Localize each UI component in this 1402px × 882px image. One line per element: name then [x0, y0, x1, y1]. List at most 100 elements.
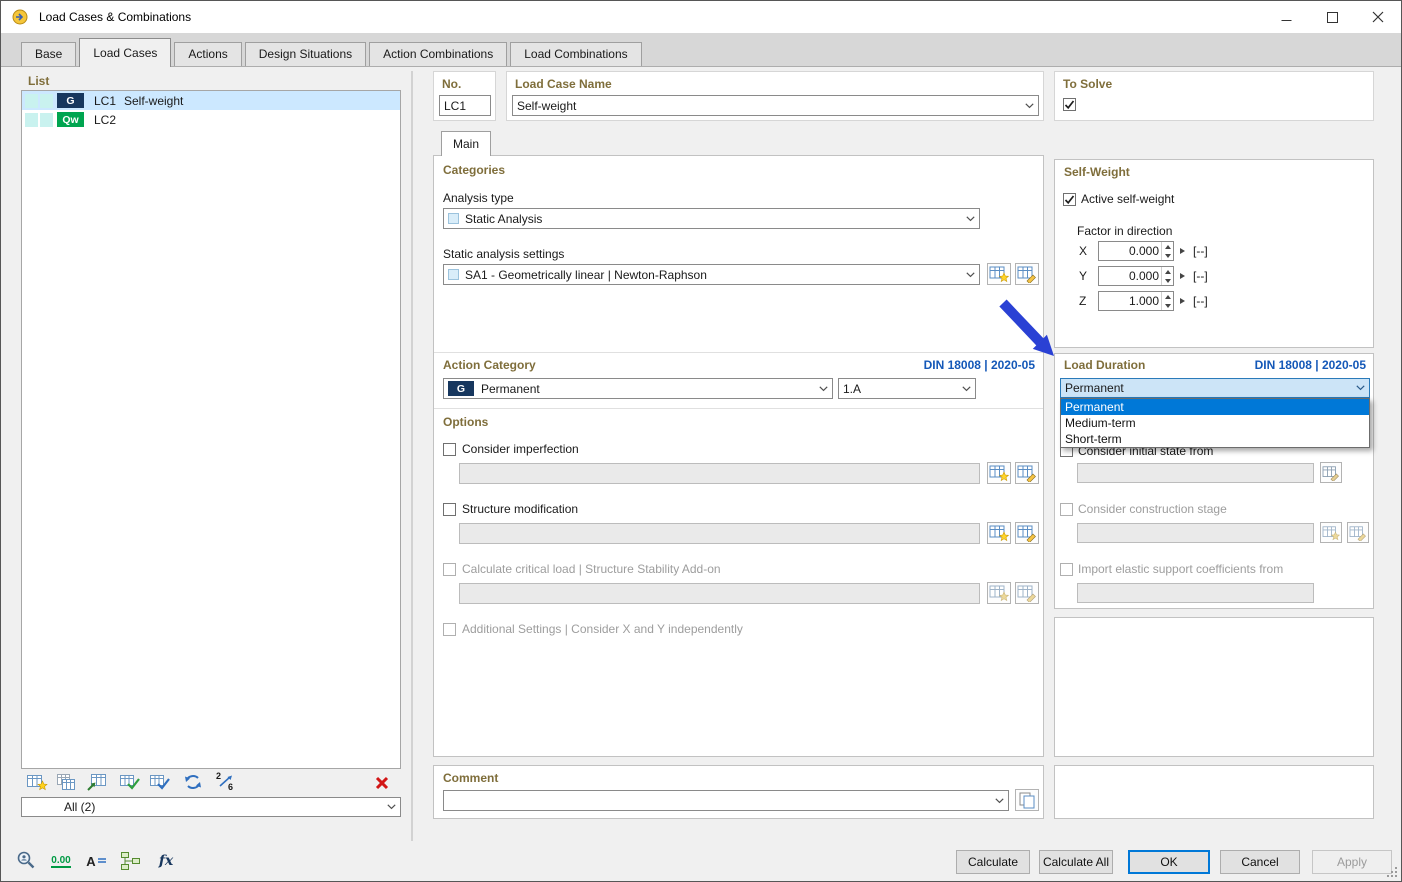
factor-z-flyout-button[interactable]	[1176, 291, 1188, 311]
cancel-button[interactable]: Cancel	[1220, 850, 1300, 874]
panel-splitter[interactable]	[411, 71, 413, 841]
factor-y-flyout-button[interactable]	[1176, 266, 1188, 286]
category-badge: G	[57, 93, 84, 108]
dropdown-option-short-term[interactable]: Short-term	[1061, 431, 1369, 447]
annotation-arrow	[999, 299, 1054, 356]
action-category-value: Permanent	[481, 381, 540, 396]
load-case-name: Self-weight	[124, 93, 184, 108]
uncheck-all-button[interactable]	[147, 770, 173, 794]
tree-view-button[interactable]	[118, 848, 144, 874]
chevron-down-icon	[1352, 380, 1368, 396]
load-case-list[interactable]: G LC1 Self-weight Qw LC2	[21, 90, 401, 769]
consider-imperfection-checkbox[interactable]	[443, 443, 456, 456]
load-duration-dropdown-list: Permanent Medium-term Short-term	[1060, 398, 1370, 448]
window-title: Load Cases & Combinations	[39, 10, 192, 24]
tab-load-combinations[interactable]: Load Combinations	[510, 42, 642, 66]
factor-y-unit: [--]	[1193, 269, 1208, 283]
no-label: No.	[442, 77, 462, 91]
category-badge: G	[448, 381, 474, 396]
factor-x-flyout-button[interactable]	[1176, 241, 1188, 261]
dropdown-option-permanent[interactable]: Permanent	[1061, 399, 1369, 415]
factor-x-spinner[interactable]: 0.000	[1098, 241, 1174, 261]
critical-load-label: Calculate critical load | Structure Stab…	[462, 562, 721, 576]
additional-settings-checkbox	[443, 623, 456, 636]
copy-comment-button[interactable]	[1015, 789, 1039, 811]
edit-analysis-settings-button[interactable]	[1015, 263, 1039, 285]
spinner-arrows-icon[interactable]	[1161, 292, 1173, 310]
tab-load-cases[interactable]: Load Cases	[79, 38, 172, 67]
import-elastic-support-field	[1077, 583, 1314, 603]
structure-modification-label: Structure modification	[462, 502, 579, 516]
active-self-weight-checkbox[interactable]	[1063, 193, 1076, 206]
list-item-lc1[interactable]: G LC1 Self-weight	[22, 91, 400, 110]
load-cases-combinations-dialog: Load Cases & Combinations Base Load Case…	[0, 0, 1402, 882]
load-case-name-dropdown[interactable]: Self-weight	[512, 95, 1039, 116]
display-settings-button[interactable]: A	[83, 848, 109, 874]
tab-main-label: Main	[452, 137, 479, 151]
tab-base[interactable]: Base	[21, 42, 77, 66]
tab-actions[interactable]: Actions	[174, 42, 242, 66]
check-all-button[interactable]	[117, 770, 143, 794]
factor-z-spinner[interactable]: 1.000	[1098, 291, 1174, 311]
static-analysis-settings-dropdown[interactable]: SA1 - Geometrically linear | Newton-Raph…	[443, 264, 980, 285]
new-imperfection-button[interactable]	[987, 462, 1011, 484]
structure-modification-checkbox[interactable]	[443, 503, 456, 516]
formula-button[interactable]: fx	[153, 848, 179, 874]
apply-button: Apply	[1312, 850, 1392, 874]
load-case-id: LC2	[94, 112, 117, 127]
color-swatch	[448, 269, 459, 280]
edit-imperfection-button[interactable]	[1015, 462, 1039, 484]
renumber-button[interactable]: 2 6	[213, 770, 239, 794]
ok-button[interactable]: OK	[1128, 850, 1210, 874]
right-comment-empty-box	[1054, 765, 1374, 819]
insert-load-case-button[interactable]	[84, 770, 110, 794]
edit-initial-state-button[interactable]	[1320, 462, 1342, 483]
combination-wizard-dropdown[interactable]: 1.A	[838, 378, 976, 399]
delete-load-case-button[interactable]	[369, 771, 395, 795]
refresh-numbering-button[interactable]	[180, 770, 206, 794]
combination-wizard-value: 1.A	[843, 381, 862, 396]
find-button[interactable]	[13, 848, 39, 874]
tab-design-situations[interactable]: Design Situations	[244, 42, 367, 66]
copy-load-case-button[interactable]	[54, 770, 80, 794]
no-panel: No. LC1	[433, 71, 496, 121]
list-filter-dropdown[interactable]: All (2)	[21, 797, 401, 817]
spinner-arrows-icon[interactable]	[1161, 242, 1173, 260]
action-category-dropdown[interactable]: G Permanent	[443, 378, 833, 399]
load-case-number-field[interactable]: LC1	[439, 95, 491, 116]
new-structure-modification-button[interactable]	[987, 522, 1011, 544]
calculate-button[interactable]: Calculate	[956, 850, 1030, 874]
action-category-title: Action Category	[443, 358, 536, 372]
new-load-case-button[interactable]	[24, 770, 50, 794]
list-item-lc2[interactable]: Qw LC2	[22, 110, 400, 129]
additional-settings-label: Additional Settings | Consider X and Y i…	[462, 622, 743, 636]
category-badge: Qw	[57, 112, 84, 127]
list-title: List	[28, 74, 50, 88]
chevron-down-icon	[958, 380, 974, 397]
critical-load-field	[459, 583, 980, 604]
active-self-weight-label: Active self-weight	[1081, 192, 1175, 206]
load-duration-dropdown[interactable]: Permanent	[1060, 378, 1370, 398]
edit-structure-modification-button[interactable]	[1015, 522, 1039, 544]
comment-dropdown[interactable]	[443, 790, 1009, 811]
consider-imperfection-label: Consider imperfection	[462, 442, 579, 456]
factor-y-spinner[interactable]: 0.000	[1098, 266, 1174, 286]
calculate-all-button[interactable]: Calculate All	[1039, 850, 1113, 874]
chevron-down-icon	[815, 380, 831, 397]
spinner-arrows-icon[interactable]	[1161, 267, 1173, 285]
static-analysis-settings-label: Static analysis settings	[443, 247, 565, 261]
self-weight-title: Self-Weight	[1064, 165, 1130, 179]
resize-grip[interactable]	[1386, 866, 1398, 878]
new-analysis-settings-button[interactable]	[987, 263, 1011, 285]
close-button[interactable]	[1355, 1, 1401, 33]
maximize-button[interactable]	[1309, 1, 1355, 33]
to-solve-checkbox[interactable]	[1063, 98, 1076, 111]
analysis-type-dropdown[interactable]: Static Analysis	[443, 208, 980, 229]
tab-action-combinations[interactable]: Action Combinations	[369, 42, 508, 66]
dropdown-option-medium-term[interactable]: Medium-term	[1061, 415, 1369, 431]
tab-main[interactable]: Main	[441, 131, 491, 156]
options-title: Options	[443, 415, 489, 429]
chevron-down-icon	[1021, 97, 1037, 114]
decimal-places-button[interactable]: 0.00	[48, 848, 74, 874]
minimize-button[interactable]	[1263, 1, 1309, 33]
